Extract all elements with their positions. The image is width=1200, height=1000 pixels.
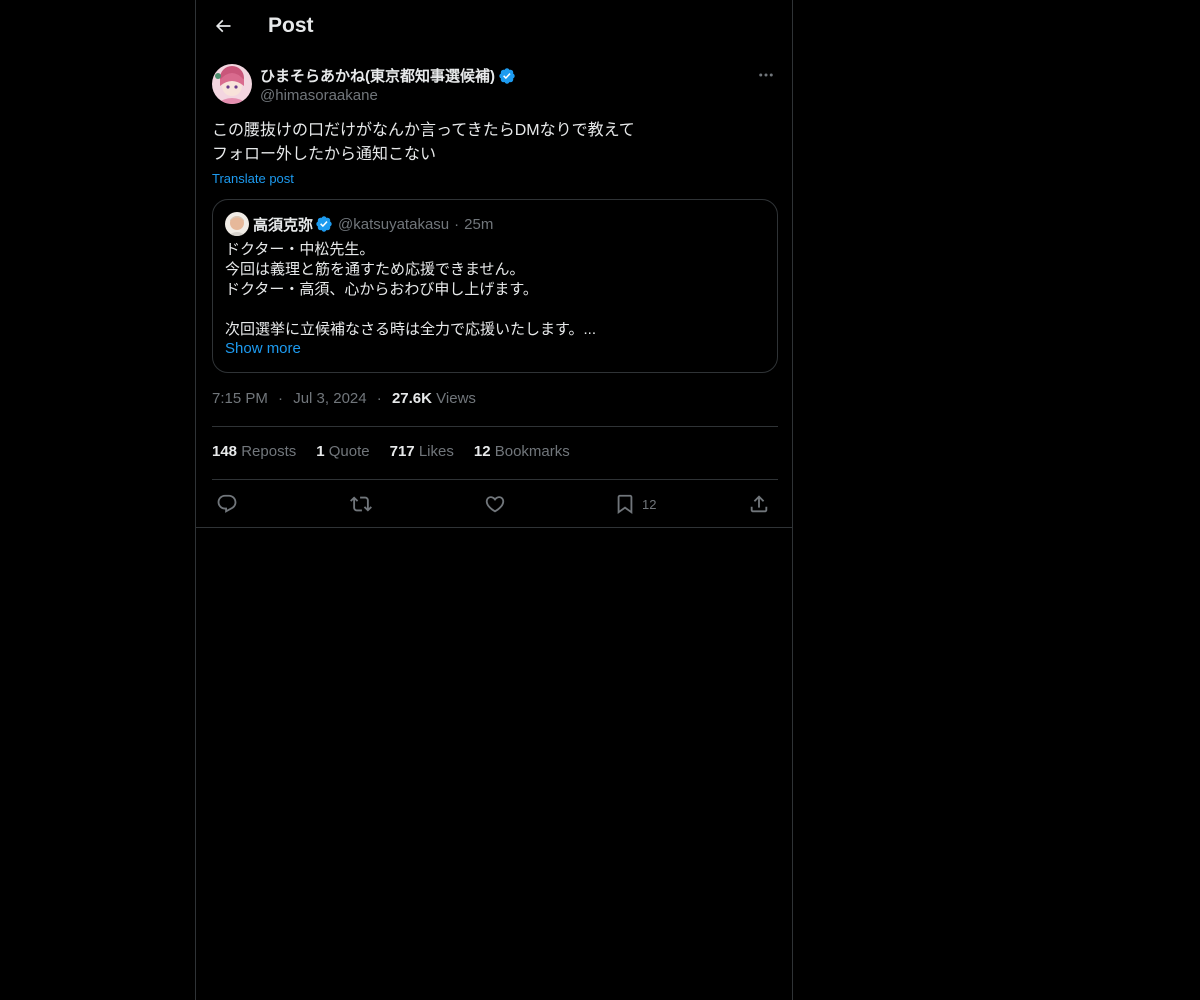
quotes-label: Quote (328, 443, 370, 460)
divider (196, 527, 792, 528)
post-column: Post ひまそらあかね(東京都知事選候補) @himasoraakane この… (195, 0, 793, 1000)
meta-separator: · (376, 390, 382, 407)
quoted-handle: @katsuyatakasu (338, 215, 450, 233)
quoted-text-line (225, 300, 765, 320)
reposts-stat[interactable]: 148 Reposts (212, 443, 296, 460)
bookmark-icon (617, 494, 633, 515)
translate-post-link[interactable]: Translate post (212, 171, 294, 186)
post-text: この腰抜けの口だけがなんか言ってきたらDMなりで教えて フォロー外したから通知こ… (212, 119, 778, 167)
repost-icon (350, 496, 372, 512)
quoted-text-line: 今回は義理と筋を通すため応援できません。 (225, 261, 525, 278)
quoted-text-line: ドクター・高須、心からおわび申し上げます。 (225, 281, 538, 298)
divider (212, 479, 778, 480)
bookmarks-label: Bookmarks (494, 443, 570, 460)
bookmarks-count: 12 (473, 443, 491, 460)
likes-label: Likes (418, 443, 454, 460)
bookmark-button[interactable]: 12 (614, 489, 656, 519)
post-meta: 7:15 PM · Jul 3, 2024 · 27.6K Views (212, 390, 476, 407)
likes-count: 717 (389, 443, 415, 460)
action-bar: 12 (212, 489, 778, 519)
reply-button[interactable] (216, 489, 238, 519)
quoted-text-line: 次回選挙に立候補なさる時は全力で応援いたします。... (225, 321, 597, 338)
meta-separator: · (278, 390, 284, 407)
like-button[interactable] (484, 489, 506, 519)
top-bar: Post (196, 0, 792, 53)
author-display-name[interactable]: ひまそらあかね(東京都知事選候補) (260, 65, 495, 86)
quoted-post[interactable]: 高須克弥 @katsuyatakasu · 25m ドクター・中松先生。 今回は… (212, 199, 778, 373)
verified-badge-icon (499, 67, 515, 84)
quoted-post-header: 高須克弥 @katsuyatakasu · 25m (225, 212, 493, 236)
quoted-separator: · (454, 215, 460, 233)
share-icon (750, 495, 768, 513)
show-more-link[interactable]: Show more (225, 340, 301, 357)
reposts-count: 148 (212, 443, 238, 460)
views-label: Views (436, 390, 476, 407)
more-options-button[interactable] (754, 64, 778, 86)
author-name-row: ひまそらあかね(東京都知事選候補) (260, 65, 516, 86)
quotes-stat[interactable]: 1 Quote (316, 443, 369, 460)
post-time[interactable]: 7:15 PM (212, 390, 268, 407)
views-count: 27.6K (391, 390, 432, 407)
post-text-line: この腰抜けの口だけがなんか言ってきたらDMなりで教えて (212, 122, 635, 139)
page-title: Post (268, 14, 314, 37)
more-horizontal-icon (759, 73, 773, 77)
reposts-label: Reposts (241, 443, 297, 460)
avatar-image (212, 64, 252, 104)
quoted-text-line: ドクター・中松先生。 (225, 241, 375, 258)
post-text-line: フォロー外したから通知こない (212, 146, 437, 163)
repost-button[interactable] (350, 489, 372, 519)
post-date[interactable]: Jul 3, 2024 (293, 390, 366, 407)
quoted-display-name: 高須克弥 (253, 216, 314, 234)
bookmarks-stat[interactable]: 12 Bookmarks (474, 443, 570, 460)
likes-stat[interactable]: 717 Likes (390, 443, 454, 460)
reply-icon (217, 494, 237, 513)
quoted-post-text: ドクター・中松先生。 今回は義理と筋を通すため応援できません。 ドクター・高須、… (225, 240, 765, 340)
quoted-avatar-image (225, 212, 249, 236)
quotes-count: 1 (316, 443, 325, 460)
heart-icon (485, 496, 505, 513)
back-button[interactable] (208, 11, 238, 41)
verified-badge-icon (316, 216, 332, 232)
post-author: ひまそらあかね(東京都知事選候補) @himasoraakane (212, 64, 778, 108)
divider (212, 426, 778, 427)
avatar[interactable] (212, 64, 252, 104)
bookmark-count: 12 (642, 496, 657, 512)
engagement-stats: 148 Reposts 1 Quote 717 Likes 12 Bookmar… (212, 443, 590, 460)
share-button[interactable] (748, 489, 770, 519)
arrow-left-icon (215, 19, 231, 33)
quoted-timestamp: 25m (464, 215, 494, 233)
author-handle[interactable]: @himasoraakane (260, 87, 378, 104)
quoted-avatar (225, 212, 249, 236)
